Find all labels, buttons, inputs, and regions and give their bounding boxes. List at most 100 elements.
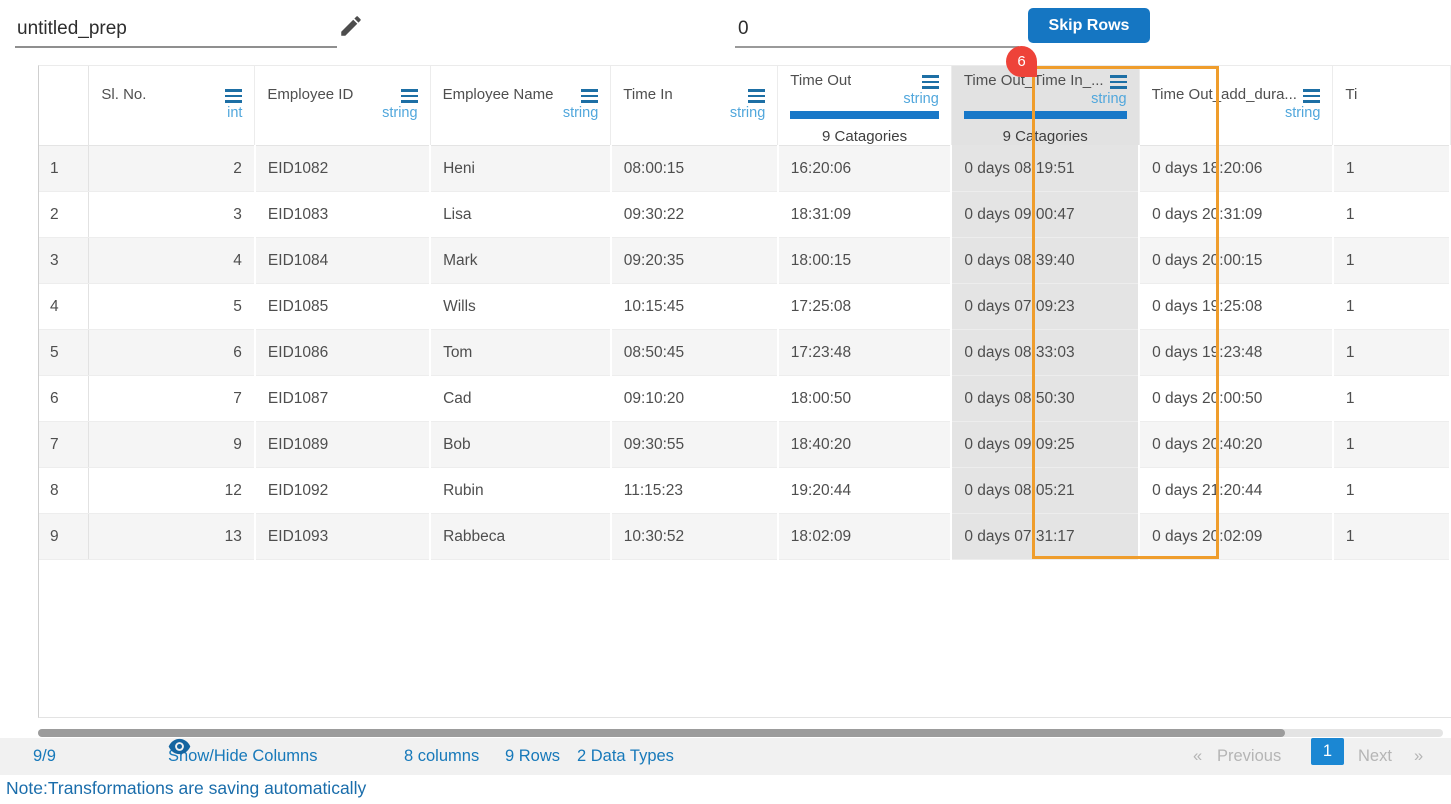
pagination-current-page[interactable]: 1	[1311, 738, 1344, 765]
category-bar	[790, 111, 939, 119]
table-row: 812EID1092Rubin11:15:2319:20:440 days 08…	[39, 468, 1450, 514]
cell: 3	[89, 192, 255, 238]
table-row: 79EID1089Bob09:30:5518:40:200 days 09:09…	[39, 422, 1450, 468]
cell: 1	[1333, 376, 1450, 422]
column-title: Ti	[1345, 86, 1357, 103]
cell: 0 days 09:09:25	[951, 422, 1139, 468]
cell: Rabbeca	[430, 514, 611, 560]
row-number-header	[39, 66, 89, 146]
column-title: Sl. No.	[101, 86, 146, 103]
cell: 0 days 19:25:08	[1139, 284, 1333, 330]
cell: 18:00:15	[778, 238, 952, 284]
cell: Cad	[430, 376, 611, 422]
cell: Mark	[430, 238, 611, 284]
header-row: Sl. No.intEmployee IDstringEmployee Name…	[39, 66, 1450, 146]
cell: 09:10:20	[611, 376, 778, 422]
column-header-time-out[interactable]: Time Out string 9 Catagories	[778, 66, 952, 146]
column-type-label: string	[267, 105, 417, 121]
skip-rows-button[interactable]: Skip Rows	[1028, 8, 1150, 43]
cell: 09:20:35	[611, 238, 778, 284]
cell: 1	[1333, 284, 1450, 330]
cell: 0 days 08:50:30	[951, 376, 1139, 422]
cell: 5	[89, 284, 255, 330]
skip-rows-input[interactable]	[735, 12, 1019, 48]
cell: 0 days 08:05:21	[951, 468, 1139, 514]
column-type-label: string	[443, 105, 599, 121]
prep-name-input[interactable]	[15, 12, 337, 48]
horizontal-scrollbar-thumb[interactable]	[38, 729, 1285, 737]
cell: 12	[89, 468, 255, 514]
column-menu-icon[interactable]	[401, 89, 418, 103]
column-menu-icon[interactable]	[1303, 89, 1320, 103]
column-header-time-out-time-in[interactable]: Time Out_Time In_...string9 Catagories	[951, 66, 1139, 146]
cell: 18:00:50	[778, 376, 952, 422]
cell: EID1084	[255, 238, 430, 284]
cell: 1	[1333, 468, 1450, 514]
datatypes-count: 2 Data Types	[577, 738, 674, 775]
cell: 0 days 20:31:09	[1139, 192, 1333, 238]
table-row: 56EID1086Tom08:50:4517:23:480 days 08:33…	[39, 330, 1450, 376]
cell: 18:31:09	[778, 192, 952, 238]
horizontal-scrollbar-track[interactable]	[38, 729, 1443, 737]
pagination-last-icon[interactable]: »	[1414, 738, 1423, 775]
cell: Bob	[430, 422, 611, 468]
column-type-label: string	[964, 91, 1127, 107]
cell: 08:00:15	[611, 146, 778, 192]
column-header-time-out-add-dura[interactable]: Time Out_add_dura...string	[1139, 66, 1333, 146]
category-count-label: 9 Catagories	[790, 128, 939, 145]
cell: 10:30:52	[611, 514, 778, 560]
autosave-note: Note:Transformations are saving automati…	[6, 778, 366, 799]
column-header-ti[interactable]: Ti	[1333, 66, 1450, 146]
column-header-sl-no[interactable]: Sl. No.int	[89, 66, 255, 146]
cell: 1	[1333, 238, 1450, 284]
column-menu-icon[interactable]	[225, 89, 242, 103]
column-menu-icon[interactable]	[1110, 75, 1127, 89]
category-count-label: 9 Catagories	[964, 128, 1127, 145]
column-title: Time Out	[790, 72, 851, 89]
columns-count: 8 columns	[404, 738, 479, 775]
cell: 11:15:23	[611, 468, 778, 514]
cell: 1	[1333, 422, 1450, 468]
column-title: Time In	[623, 86, 672, 103]
cell: Lisa	[430, 192, 611, 238]
column-header-employee-id[interactable]: Employee IDstring	[255, 66, 430, 146]
pencil-icon	[338, 27, 364, 42]
row-number: 2	[39, 192, 89, 238]
show-hide-columns-button[interactable]: Show/Hide Columns	[168, 738, 317, 775]
cell: Rubin	[430, 468, 611, 514]
cell: 7	[89, 376, 255, 422]
eye-icon	[168, 738, 191, 755]
category-bar	[964, 111, 1127, 119]
column-title: Time Out_add_dura...	[1152, 86, 1297, 103]
cell: 09:30:22	[611, 192, 778, 238]
pagination-first-icon[interactable]: «	[1193, 738, 1202, 775]
column-header-time-in[interactable]: Time In string	[611, 66, 778, 146]
pagination-previous-button[interactable]: Previous	[1217, 738, 1281, 775]
cell: 08:50:45	[611, 330, 778, 376]
pagination-next-button[interactable]: Next	[1358, 738, 1392, 775]
cell: 09:30:55	[611, 422, 778, 468]
cell: 18:02:09	[778, 514, 952, 560]
column-type-label: string	[623, 105, 765, 121]
cell: EID1092	[255, 468, 430, 514]
cell: EID1087	[255, 376, 430, 422]
column-title: Employee Name	[443, 86, 554, 103]
cell: EID1083	[255, 192, 430, 238]
column-menu-icon[interactable]	[581, 89, 598, 103]
column-header-employee-name[interactable]: Employee Name string	[430, 66, 611, 146]
cell: Tom	[430, 330, 611, 376]
column-menu-icon[interactable]	[748, 89, 765, 103]
row-number: 4	[39, 284, 89, 330]
table-row: 913EID1093Rabbeca10:30:5218:02:090 days …	[39, 514, 1450, 560]
column-menu-icon[interactable]	[922, 75, 939, 89]
column-type-label: string	[790, 91, 939, 107]
row-number: 6	[39, 376, 89, 422]
cell: 0 days 07:31:17	[951, 514, 1139, 560]
edit-prep-name-button[interactable]	[336, 12, 366, 42]
cell: 17:23:48	[778, 330, 952, 376]
cell: 0 days 20:00:15	[1139, 238, 1333, 284]
row-number: 1	[39, 146, 89, 192]
data-grid: Sl. No.intEmployee IDstringEmployee Name…	[38, 65, 1451, 718]
data-table: Sl. No.intEmployee IDstringEmployee Name…	[39, 66, 1451, 560]
transformation-count-badge[interactable]: 6	[1006, 46, 1037, 77]
